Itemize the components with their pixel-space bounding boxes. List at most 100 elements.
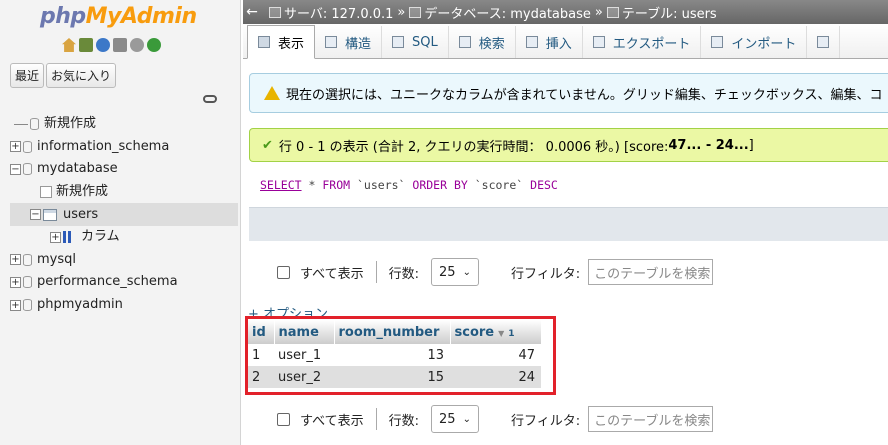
back-arrow-icon[interactable]: ← bbox=[243, 4, 261, 20]
tree-item-phpmyadmin[interactable]: + phpmyadmin bbox=[10, 294, 238, 317]
nav-icon-bar bbox=[62, 38, 161, 52]
tree-item-label: mysql bbox=[37, 251, 76, 267]
expand-icon[interactable]: + bbox=[10, 276, 21, 288]
cell-room-number: 15 bbox=[334, 366, 450, 388]
column-header-name[interactable]: name bbox=[274, 320, 335, 344]
tree-item-label: mydatabase bbox=[37, 161, 118, 177]
sql-from: FROM bbox=[322, 178, 351, 192]
column-header-score-label: score bbox=[454, 324, 495, 340]
cell-name: user_2 bbox=[274, 366, 334, 388]
tab-insert[interactable]: 挿入 bbox=[516, 26, 583, 58]
table-icon bbox=[43, 208, 57, 221]
insert-icon bbox=[525, 36, 538, 48]
navigation-panel: phpMyAdmin 最近 お気に入り 新規作成 + information_s… bbox=[0, 0, 241, 445]
columns-icon bbox=[63, 231, 75, 244]
tab-export[interactable]: エクスポート bbox=[583, 26, 702, 58]
settings-icon[interactable] bbox=[130, 38, 144, 52]
help-icon[interactable] bbox=[96, 38, 110, 52]
cell-name: user_1 bbox=[274, 344, 334, 366]
collapse-icon[interactable]: − bbox=[30, 209, 41, 221]
expand-icon[interactable]: + bbox=[10, 141, 21, 153]
cell-id: 2 bbox=[248, 366, 274, 388]
tab-label: 挿入 bbox=[545, 36, 572, 52]
sql-table: `users` bbox=[357, 178, 406, 192]
tab-browse[interactable]: 表示 bbox=[247, 25, 316, 59]
tab-label: インポート bbox=[731, 36, 797, 52]
reload-icon[interactable] bbox=[147, 38, 161, 52]
tree-item-users[interactable]: − users bbox=[10, 203, 238, 226]
sql-desc: DESC bbox=[530, 178, 558, 192]
column-header-room-number[interactable]: room_number bbox=[334, 320, 451, 344]
expand-icon[interactable]: + bbox=[50, 231, 61, 243]
rows-select[interactable]: 25 ⌄ bbox=[430, 405, 479, 433]
docs-icon[interactable] bbox=[113, 38, 127, 52]
column-header-score[interactable]: score ▼ 1 bbox=[450, 320, 542, 344]
main-panel: ← サーバ: 127.0.0.1 » データベース: mydatabase » … bbox=[243, 0, 888, 445]
sql-icon bbox=[392, 36, 405, 48]
tab-label: 表示 bbox=[278, 36, 305, 52]
phpmyadmin-logo[interactable]: phpMyAdmin bbox=[40, 4, 197, 29]
recent-button[interactable]: 最近 bbox=[10, 63, 45, 88]
table-icon bbox=[606, 6, 619, 18]
show-all-checkbox[interactable] bbox=[277, 412, 290, 426]
rows-label: 行数: bbox=[388, 266, 419, 282]
filter-label: 行フィルタ: bbox=[510, 413, 581, 429]
logout-icon[interactable] bbox=[79, 38, 93, 52]
search-icon bbox=[458, 36, 471, 48]
new-db-icon bbox=[30, 118, 39, 131]
tree-item-performance-schema[interactable]: + performance_schema bbox=[10, 271, 238, 294]
expand-icon[interactable]: + bbox=[10, 254, 21, 266]
result-table: id name room_number score ▼ 1 1 user_1 13 … bbox=[248, 320, 542, 388]
warning-notice: 現在の選択には、ユニークなカラムが含まれていません。グリッド編集、チェックボック… bbox=[249, 73, 888, 113]
collapse-icon[interactable]: − bbox=[10, 163, 21, 175]
tree-item-information-schema[interactable]: + information_schema bbox=[10, 136, 238, 159]
tab-label: 検索 bbox=[478, 36, 505, 52]
filter-input[interactable]: このテーブルを検索 bbox=[588, 259, 714, 285]
expand-icon[interactable]: + bbox=[10, 299, 21, 311]
breadcrumb-table-label: テーブル: users bbox=[621, 6, 717, 22]
tab-structure[interactable]: 構造 bbox=[315, 26, 383, 58]
breadcrumb-server[interactable]: サーバ: 127.0.0.1 bbox=[269, 3, 393, 22]
tree-item-new[interactable]: 新規作成 bbox=[10, 113, 238, 136]
sort-index: 1 bbox=[508, 328, 515, 339]
tab-search[interactable]: 検索 bbox=[449, 26, 516, 58]
tree-item-new-table[interactable]: 新規作成 bbox=[10, 181, 238, 204]
cell-score: 24 bbox=[450, 366, 541, 388]
tab-more[interactable] bbox=[807, 26, 841, 58]
table-row: 2 user_2 15 24 bbox=[248, 366, 541, 388]
breadcrumb-separator: » bbox=[397, 4, 406, 20]
sql-query[interactable]: SELECT * FROM `users` ORDER BY `score` D… bbox=[260, 178, 558, 192]
rows-select[interactable]: 25 ⌄ bbox=[430, 258, 479, 286]
breadcrumb-database[interactable]: データベース: mydatabase bbox=[409, 3, 591, 22]
breadcrumb-database-label: データベース: mydatabase bbox=[424, 6, 591, 22]
nav-tabs: 最近 お気に入り bbox=[10, 63, 117, 88]
new-table-icon bbox=[40, 186, 52, 199]
show-all-checkbox[interactable] bbox=[277, 265, 290, 279]
check-icon: ✔ bbox=[262, 137, 273, 153]
success-text: 行 0 - 1 の表示 (合計 2, クエリの実行時間： 0.0006 秒。) … bbox=[278, 139, 669, 155]
home-icon[interactable] bbox=[62, 38, 76, 52]
cell-score: 47 bbox=[450, 344, 541, 366]
rows-value: 25 bbox=[438, 264, 456, 280]
logo-myadmin-text: MyAdmin bbox=[85, 4, 197, 29]
favorites-button[interactable]: お気に入り bbox=[46, 63, 117, 88]
filter-input[interactable]: このテーブルを検索 bbox=[588, 406, 714, 432]
database-icon bbox=[23, 163, 32, 176]
sql-select[interactable]: SELECT bbox=[260, 178, 302, 192]
link-icon[interactable] bbox=[203, 95, 217, 103]
column-header-id[interactable]: id bbox=[248, 320, 275, 344]
navigation-controls-bottom: すべて表示 行数: 25 ⌄ 行フィルタ: このテーブルを検索 bbox=[277, 405, 714, 433]
tree-item-columns[interactable]: + カラム bbox=[10, 226, 238, 249]
table-header-row: id name room_number score ▼ 1 bbox=[248, 320, 542, 344]
tab-label: 構造 bbox=[345, 36, 372, 52]
tree-item-mysql[interactable]: + mysql bbox=[10, 249, 238, 272]
table-row: 1 user_1 13 47 bbox=[248, 344, 541, 366]
tree-item-mydatabase[interactable]: − mydatabase bbox=[10, 158, 238, 181]
database-icon bbox=[23, 299, 32, 312]
breadcrumb-table[interactable]: テーブル: users bbox=[606, 3, 717, 22]
tree-item-label: カラム bbox=[81, 229, 120, 245]
divider bbox=[375, 408, 377, 430]
tab-sql[interactable]: SQL bbox=[382, 26, 449, 58]
tab-bar: 表示 構造 SQL 検索 挿入 エクスポート インポート bbox=[243, 24, 888, 59]
tab-import[interactable]: インポート bbox=[701, 26, 808, 58]
